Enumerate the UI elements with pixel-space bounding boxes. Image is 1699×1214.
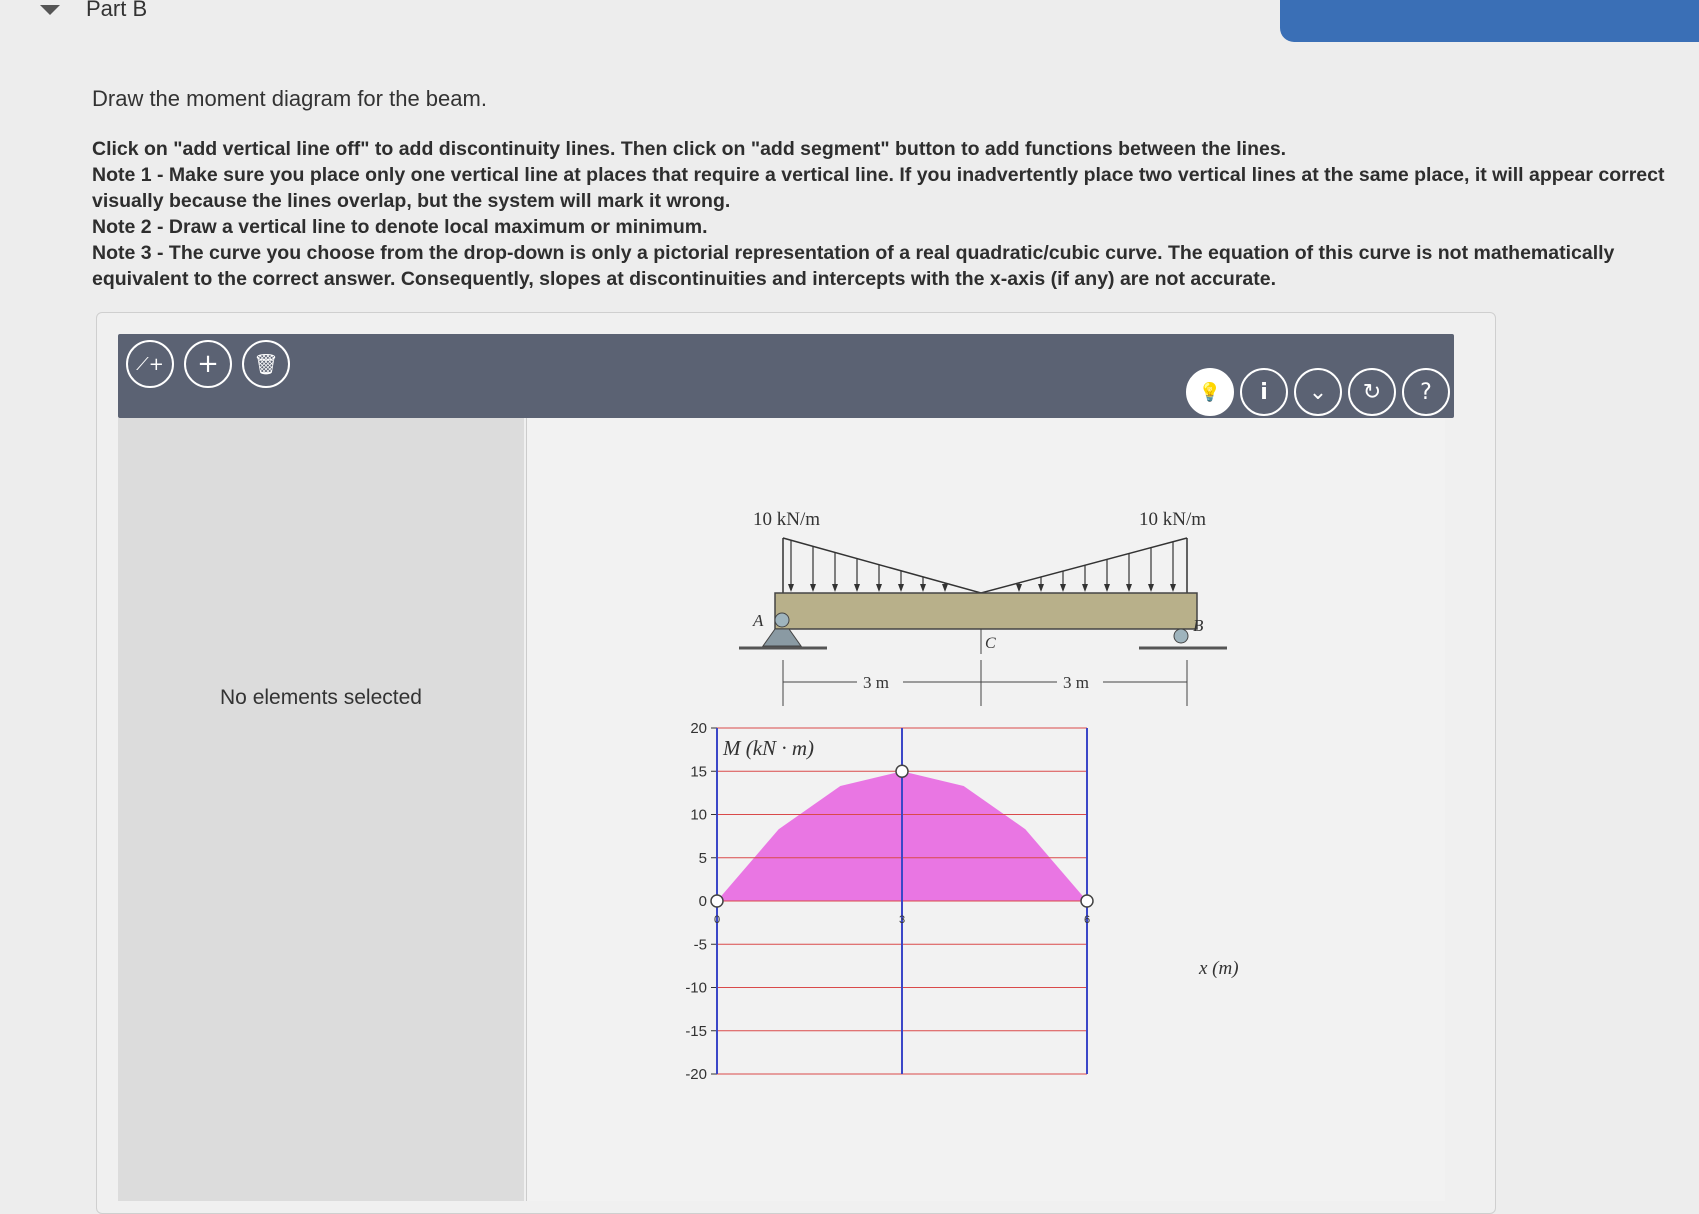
instruction-line-1: Click on "add vertical line off" to add …	[92, 138, 1287, 160]
plus-icon: +	[197, 349, 219, 379]
load-arrow-head	[1170, 584, 1176, 592]
info-icon: i	[1260, 379, 1268, 405]
part-header[interactable]: Part B	[40, 0, 147, 30]
beam-figure: 10 kN/m 10 kN/m A B C 3 m 3 m	[739, 509, 1227, 706]
x-tick-label: 6	[1084, 914, 1090, 926]
x-tick-label: 0	[714, 914, 720, 926]
instruction-note-1: Note 1 - Make sure you place only one ve…	[92, 164, 1665, 212]
refresh-icon: ↻	[1362, 379, 1382, 405]
y-tick-label: -15	[685, 1023, 707, 1040]
load-arrow-head	[1016, 584, 1022, 592]
chart-ylabel: M (kN · m)	[722, 736, 814, 760]
dropdown-button[interactable]: ⌄	[1294, 368, 1342, 416]
hint-button[interactable]: 💡	[1186, 368, 1234, 416]
span-left-label: 3 m	[863, 673, 889, 692]
curve-point-handle[interactable]	[1080, 894, 1094, 908]
properties-panel: No elements selected	[118, 418, 524, 1201]
y-tick-label: -10	[685, 980, 707, 997]
add-vertical-line-icon: ⟋+	[136, 353, 164, 375]
label-a: A	[752, 611, 764, 630]
load-arrow-head	[1104, 584, 1110, 592]
info-button[interactable]: i	[1240, 368, 1288, 416]
instructions-lead: Draw the moment diagram for the beam.	[92, 86, 487, 111]
load-arrow-head	[788, 584, 794, 592]
trash-icon: 🗑	[253, 352, 279, 376]
load-right-label: 10 kN/m	[1139, 509, 1206, 530]
question-icon: ?	[1420, 379, 1432, 405]
load-arrow-head	[854, 584, 860, 592]
y-tick-label: 15	[690, 763, 707, 780]
add-segment-button[interactable]: +	[184, 340, 232, 388]
pin-a-icon	[774, 612, 790, 628]
curve-point-handle[interactable]	[895, 764, 909, 778]
load-arrow-head	[942, 584, 948, 592]
y-tick-label: 20	[690, 720, 707, 737]
load-arrow-head	[810, 584, 816, 592]
delete-button[interactable]: 🗑	[242, 340, 290, 388]
pin-support-a	[762, 628, 802, 647]
y-tick-label: 10	[690, 807, 707, 824]
load-arrow-head	[1060, 584, 1066, 592]
y-tick-label: -5	[694, 936, 707, 953]
beam-and-moment-svg: 10 kN/m 10 kN/m A B C 3 m 3 m M (kN · m)…	[685, 509, 1238, 1083]
roller-b-icon	[1173, 628, 1189, 644]
load-arrow-head	[920, 584, 926, 592]
label-c: C	[985, 635, 996, 652]
instruction-note-3: Note 3 - The curve you choose from the d…	[92, 242, 1615, 290]
no-elements-message: No elements selected	[220, 686, 422, 709]
add-vertical-line-button[interactable]: ⟋+	[126, 340, 174, 388]
help-button[interactable]: ?	[1402, 368, 1450, 416]
moment-chart[interactable]: M (kN · m) x (m) 20 15 10 5 0 -5 -10 -15 -20 0 3 6	[685, 720, 1238, 1083]
y-tick-label: 5	[699, 850, 707, 867]
collapse-caret-icon[interactable]	[40, 5, 60, 15]
curve-point-handle[interactable]	[710, 894, 724, 908]
load-arrow-head	[898, 584, 904, 592]
header-accent-bar	[1280, 0, 1699, 42]
load-arrow-head	[1126, 584, 1132, 592]
y-tick-label: -20	[685, 1066, 707, 1083]
span-right-label: 3 m	[1063, 673, 1089, 692]
chart-xlabel: x (m)	[1198, 958, 1239, 979]
load-arrow-head	[876, 584, 882, 592]
lightbulb-icon: 💡	[1198, 381, 1222, 403]
part-title: Part B	[86, 0, 148, 21]
load-arrow-head	[1038, 584, 1044, 592]
chevron-down-icon: ⌄	[1308, 379, 1328, 405]
load-arrow-head	[1082, 584, 1088, 592]
instruction-note-2: Note 2 - Draw a vertical line to denote …	[92, 216, 708, 238]
x-tick-label: 3	[899, 914, 905, 926]
instructions: Draw the moment diagram for the beam. Cl…	[92, 86, 1682, 292]
y-tick-label: 0	[699, 893, 707, 910]
load-left-label: 10 kN/m	[753, 509, 820, 530]
beam	[774, 592, 1198, 630]
canvas-panel[interactable]: 10 kN/m 10 kN/m A B C 3 m 3 m M (kN · m)…	[526, 418, 1445, 1201]
load-arrow-head	[1148, 584, 1154, 592]
load-arrows	[788, 540, 1176, 592]
reset-button[interactable]: ↻	[1348, 368, 1396, 416]
label-b: B	[1193, 616, 1204, 635]
load-arrow-head	[832, 584, 838, 592]
